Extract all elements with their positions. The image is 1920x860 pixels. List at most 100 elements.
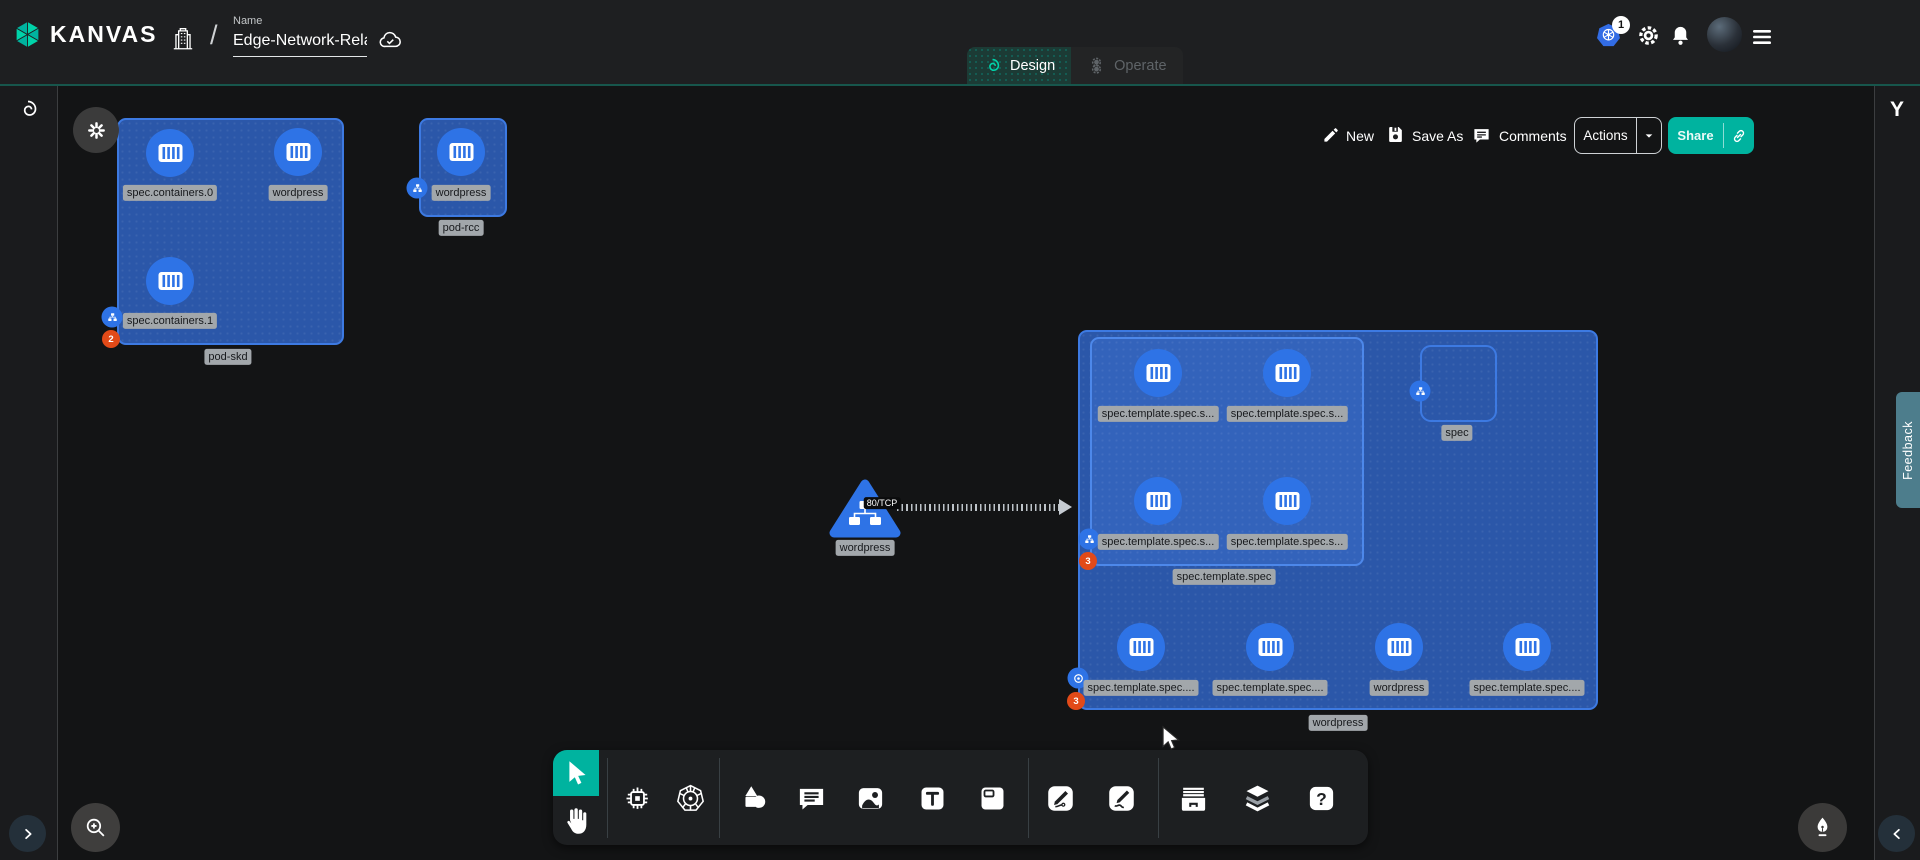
group-spec-template-spec[interactable]: [1090, 337, 1364, 566]
save-as-button[interactable]: Save As: [1412, 128, 1463, 144]
pod-badge-icon: [407, 178, 428, 199]
node-label: spec.containers.1: [123, 313, 217, 329]
service-node[interactable]: [827, 476, 903, 545]
pen-nib-icon: [1810, 815, 1835, 840]
tool-help[interactable]: ?: [1298, 775, 1344, 821]
pen-tool-button[interactable]: [1798, 803, 1847, 852]
container-node[interactable]: [437, 128, 485, 176]
group-label: wordpress: [1309, 715, 1368, 731]
caret-down-icon[interactable]: [1637, 128, 1661, 144]
right-rail-top-icon[interactable]: Y: [1874, 98, 1920, 122]
feedback-label: Feedback: [1901, 421, 1915, 480]
edge-port-label: 80/TCP: [864, 497, 901, 509]
container-node[interactable]: [1117, 623, 1165, 671]
cursor-icon: [561, 758, 592, 789]
new-button[interactable]: New: [1346, 128, 1374, 144]
pencil-icon: [1106, 783, 1137, 814]
cloud-save-status-icon: [377, 27, 403, 53]
tab-operate[interactable]: Operate: [1071, 47, 1182, 84]
chevron-left-icon: [1888, 825, 1906, 843]
pen-icon: [1045, 783, 1076, 814]
service-edge[interactable]: [897, 504, 1060, 511]
node-label: wordpress: [269, 185, 328, 201]
node-label: spec.template.spec.s...: [1098, 406, 1219, 422]
k8s-icon: [675, 783, 706, 814]
chip-icon: [622, 783, 653, 814]
node-spec[interactable]: [1420, 345, 1497, 422]
breadcrumb-separator: /: [210, 20, 218, 51]
tool-layers[interactable]: [1234, 775, 1280, 821]
feedback-tab[interactable]: Feedback: [1896, 392, 1920, 508]
toolbar-divider: [1028, 758, 1029, 838]
help-icon: ?: [1306, 783, 1337, 814]
actions-split-button[interactable]: Actions: [1574, 117, 1662, 154]
expand-left-panel-button[interactable]: [9, 815, 46, 852]
tab-design[interactable]: Design: [967, 47, 1071, 84]
count-badge: 2: [102, 330, 120, 348]
node-label: spec.template.spec....: [1470, 680, 1585, 696]
tool-pan[interactable]: [553, 798, 599, 844]
tool-shapes[interactable]: [731, 775, 777, 821]
new-icon: [1322, 126, 1340, 144]
share-button-label: Share: [1668, 128, 1723, 143]
toolbar-divider: [719, 758, 720, 838]
container-node[interactable]: [1263, 349, 1311, 397]
group-label: spec.template.spec: [1173, 569, 1276, 585]
tool-freehand[interactable]: [1098, 775, 1144, 821]
container-node[interactable]: [146, 129, 194, 177]
pod-badge-icon: [102, 307, 123, 328]
container-node[interactable]: [274, 128, 322, 176]
toolbar-divider: [607, 758, 608, 838]
notifications-bell-icon[interactable]: [1669, 24, 1692, 47]
svg-text:?: ?: [1316, 788, 1327, 808]
group-label: pod-skd: [204, 349, 251, 365]
tool-image[interactable]: [847, 775, 893, 821]
tab-design-label: Design: [1010, 58, 1055, 74]
user-avatar[interactable]: [1707, 17, 1742, 52]
text-icon: [917, 783, 948, 814]
design-name-label: Name: [233, 15, 262, 27]
tool-kubernetes[interactable]: [667, 775, 713, 821]
node-label: wordpress: [1370, 680, 1429, 696]
organization-icon[interactable]: [170, 26, 196, 52]
design-spiral-icon: [983, 56, 1002, 75]
history-spiral-icon[interactable]: [16, 97, 40, 126]
comments-button[interactable]: Comments: [1499, 128, 1567, 144]
share-link-icon[interactable]: [1724, 127, 1754, 145]
container-node[interactable]: [1263, 477, 1311, 525]
hand-icon: [561, 806, 592, 837]
toolbar-divider: [1158, 758, 1159, 838]
asterisk-icon: [85, 119, 108, 142]
app-logo[interactable]: KANVAS: [50, 21, 157, 48]
kanvas-logo-icon[interactable]: [13, 20, 42, 49]
container-node[interactable]: [1246, 623, 1294, 671]
k8s-context-count-badge: 1: [1612, 16, 1630, 34]
tool-pen[interactable]: [1037, 775, 1083, 821]
container-node[interactable]: [1134, 477, 1182, 525]
design-name-input[interactable]: Edge-Network-Relatio: [233, 32, 367, 57]
tool-components[interactable]: [614, 775, 660, 821]
actions-button-label: Actions: [1575, 128, 1636, 143]
container-node[interactable]: [1503, 623, 1551, 671]
left-rail: [0, 86, 58, 860]
share-split-button[interactable]: Share: [1668, 117, 1754, 154]
tool-note[interactable]: [969, 775, 1015, 821]
container-node[interactable]: [1134, 349, 1182, 397]
settings-gear-icon[interactable]: [1637, 24, 1660, 47]
canvas-quick-menu-button[interactable]: [73, 107, 119, 153]
magnifier-plus-icon: [83, 815, 108, 840]
zoom-button[interactable]: [71, 803, 120, 852]
expand-right-panel-button[interactable]: [1878, 815, 1915, 852]
layers-icon: [1242, 783, 1273, 814]
count-badge: 3: [1067, 692, 1085, 710]
tool-select[interactable]: [553, 750, 599, 796]
node-label: spec.containers.0: [123, 185, 217, 201]
container-node[interactable]: [1375, 623, 1423, 671]
container-node[interactable]: [146, 257, 194, 305]
tool-comment[interactable]: [788, 775, 834, 821]
drawer-icon: [1178, 783, 1209, 814]
tool-text[interactable]: [909, 775, 955, 821]
tool-drawer[interactable]: [1170, 775, 1216, 821]
menu-hamburger-icon[interactable]: [1750, 25, 1774, 49]
group-label: pod-rcc: [439, 220, 484, 236]
